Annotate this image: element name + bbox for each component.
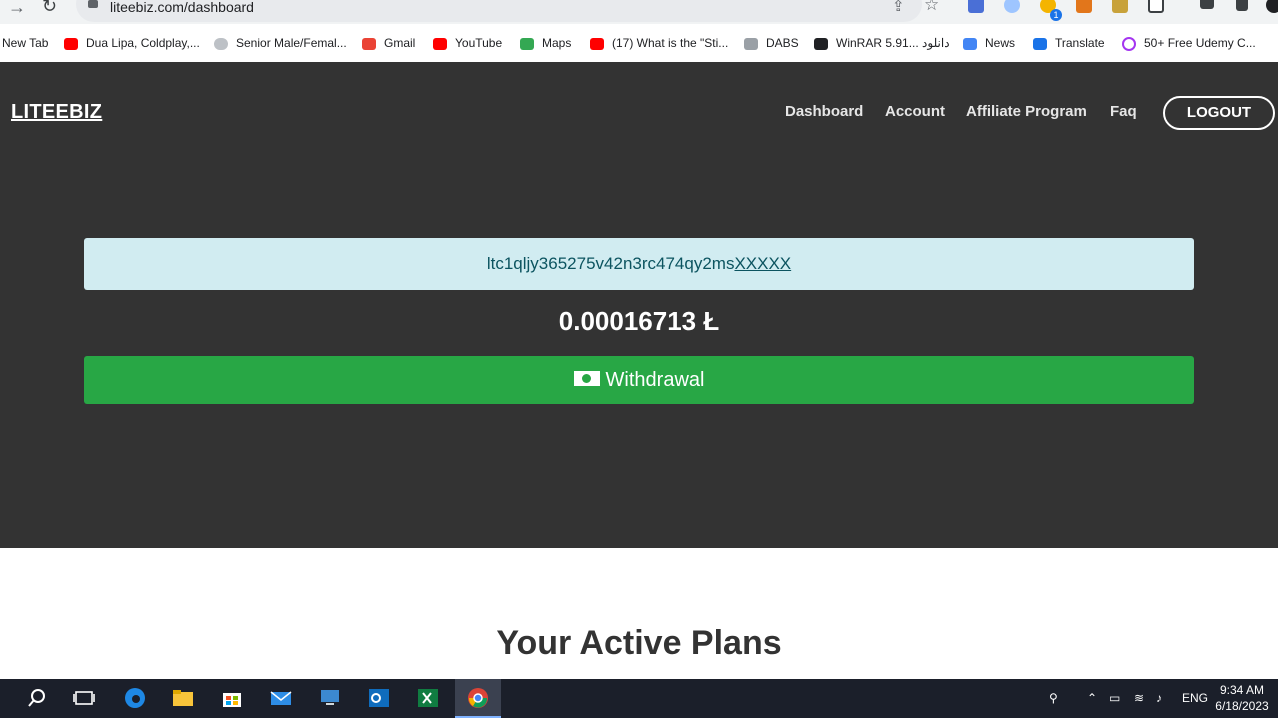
- bookmark-news[interactable]: News: [963, 35, 1015, 53]
- bookmark-new-tab[interactable]: New Tab: [2, 35, 48, 53]
- nav-account[interactable]: Account: [885, 103, 945, 120]
- windows-taskbar: ⚲ ⌃ ▭ ≋ ♪ ENG 9:34 AM 6/18/2023: [0, 679, 1278, 718]
- side-panel-icon[interactable]: [1236, 0, 1248, 11]
- browser-toolbar: → ↻ liteebiz.com/dashboard ⇪ ☆ 1: [0, 0, 1278, 24]
- bookmark-senior[interactable]: Senior Male/Femal...: [214, 35, 347, 53]
- bookmark-label: New Tab: [2, 36, 49, 50]
- search-icon[interactable]: [26, 687, 48, 709]
- money-bill-icon: [573, 371, 600, 387]
- person-icon: [214, 37, 228, 50]
- excel-icon[interactable]: [417, 687, 439, 709]
- wallet-address-masked: XXXXX: [734, 254, 792, 273]
- forward-icon[interactable]: →: [8, 0, 26, 18]
- outlook-icon[interactable]: [368, 687, 390, 709]
- nav-faq[interactable]: Faq: [1110, 103, 1137, 120]
- bookmark-label: Gmail: [384, 36, 416, 50]
- lock-icon[interactable]: [88, 0, 98, 8]
- bookmark-label: Maps: [542, 36, 572, 50]
- withdrawal-button[interactable]: Withdrawal: [84, 356, 1194, 404]
- bookmark-label: News: [985, 36, 1016, 50]
- bookmark-udemy[interactable]: 50+ Free Udemy C...: [1122, 35, 1256, 53]
- extensions-puzzle-icon[interactable]: [1148, 0, 1164, 13]
- active-plans-heading: Your Active Plans: [496, 624, 782, 662]
- youtube-icon: [64, 37, 78, 50]
- extension-cursor-icon[interactable]: [968, 0, 984, 13]
- document-icon: [744, 37, 758, 50]
- translate-icon: [1033, 37, 1047, 50]
- file-explorer-icon[interactable]: [172, 687, 194, 709]
- bookmark-label: 50+ Free Udemy C...: [1144, 36, 1256, 50]
- nav-dashboard[interactable]: Dashboard: [785, 103, 863, 120]
- withdrawal-label: Withdrawal: [605, 369, 705, 391]
- site-logo[interactable]: LITEEBIZ: [11, 101, 102, 124]
- extension-drop-icon[interactable]: [1004, 0, 1020, 13]
- winrar-icon: [814, 37, 828, 50]
- chevron-up-icon[interactable]: ⌃: [1087, 691, 1097, 705]
- profile-avatar[interactable]: [1266, 0, 1278, 13]
- youtube-icon: [433, 37, 447, 50]
- share-icon[interactable]: ⇪: [892, 0, 905, 15]
- wallet-balance: 0.00016713 Ł: [558, 306, 720, 336]
- bookmark-label: Senior Male/Femal...: [236, 36, 347, 50]
- bookmark-label: YouTube: [455, 36, 503, 50]
- system-clock[interactable]: 9:34 AM 6/18/2023: [1210, 682, 1274, 714]
- battery-icon[interactable]: ▭: [1109, 691, 1120, 705]
- nav-affiliate-program[interactable]: Affiliate Program: [966, 103, 1087, 120]
- clock-time: 9:34 AM: [1219, 683, 1265, 697]
- wallet-address-box: ltc1qljy365275v42n3rc474qy2msXXXXX: [84, 238, 1194, 290]
- maps-icon: [520, 37, 534, 50]
- extension-badge: 1: [1050, 9, 1062, 21]
- bookmark-label: WinRAR 5.91... دانلود: [836, 36, 950, 50]
- bookmark-label: Dua Lipa, Coldplay,...: [86, 36, 200, 50]
- wifi-icon[interactable]: ≋: [1134, 691, 1144, 705]
- bookmark-translate[interactable]: Translate: [1033, 35, 1105, 53]
- people-icon[interactable]: ⚲: [1049, 691, 1058, 705]
- youtube-icon: [590, 37, 604, 50]
- remote-desktop-icon[interactable]: [319, 687, 341, 709]
- task-view-icon[interactable]: [73, 687, 95, 709]
- logout-button[interactable]: LOGOUT: [1163, 96, 1275, 130]
- bookmark-winrar[interactable]: WinRAR 5.91... دانلود: [814, 35, 950, 53]
- edge-icon[interactable]: [124, 687, 146, 709]
- bookmark-label: Translate: [1055, 36, 1105, 50]
- language-indicator[interactable]: ENG: [1182, 691, 1208, 705]
- volume-icon[interactable]: ♪: [1156, 691, 1162, 705]
- chrome-icon[interactable]: [467, 687, 489, 709]
- bookmark-what-is[interactable]: (17) What is the "Sti...: [590, 35, 728, 53]
- clock-date: 6/18/2023: [1215, 699, 1269, 713]
- bookmark-dua-lipa[interactable]: Dua Lipa, Coldplay,...: [64, 35, 200, 53]
- extension-coin-icon[interactable]: [1112, 0, 1128, 13]
- gmail-icon: [362, 37, 376, 50]
- bookmarks-bar: New Tab Dua Lipa, Coldplay,... Senior Ma…: [0, 24, 1278, 63]
- reload-icon[interactable]: ↻: [42, 0, 57, 17]
- bookmark-dabs[interactable]: DABS: [744, 35, 799, 53]
- mail-icon[interactable]: [270, 687, 292, 709]
- udemy-icon: [1122, 36, 1136, 51]
- metamask-icon[interactable]: [1076, 0, 1092, 13]
- wallet-address: ltc1qljy365275v42n3rc474qy2ms: [486, 254, 735, 273]
- url-text[interactable]: liteebiz.com/dashboard: [110, 0, 254, 15]
- news-icon: [963, 37, 977, 50]
- store-icon[interactable]: [221, 687, 243, 709]
- bookmark-maps[interactable]: Maps: [520, 35, 571, 53]
- media-control-icon[interactable]: [1200, 0, 1214, 9]
- bookmark-gmail[interactable]: Gmail: [362, 35, 415, 53]
- bookmark-youtube[interactable]: YouTube: [433, 35, 502, 53]
- bookmark-star-icon[interactable]: ☆: [924, 0, 939, 15]
- bookmark-label: (17) What is the "Sti...: [612, 36, 729, 50]
- bookmark-label: DABS: [766, 36, 799, 50]
- site-header: LITEEBIZ Dashboard Account Affiliate Pro…: [0, 62, 1278, 548]
